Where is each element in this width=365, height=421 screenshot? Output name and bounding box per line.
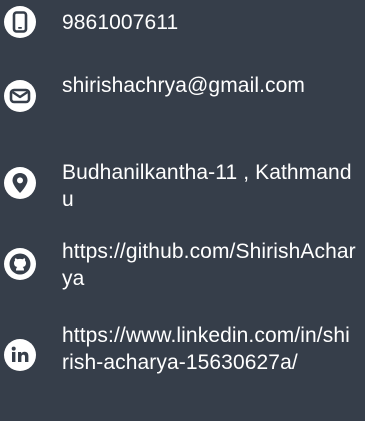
phone-number[interactable]: 9861007611 xyxy=(62,9,356,36)
location-pin-icon xyxy=(4,167,36,199)
email-address[interactable]: shirishachrya@gmail.com xyxy=(62,72,356,99)
address-text: Budhanilkantha-11 , Kathmandu xyxy=(62,161,352,211)
github-icon xyxy=(4,248,36,280)
mail-icon xyxy=(4,80,36,112)
contact-list: 9861007611 shirishachrya@gmail.com Budha… xyxy=(0,0,365,421)
linkedin-link[interactable]: https://www.linkedin.com/in/shirish-acha… xyxy=(62,322,356,376)
phone-icon xyxy=(4,6,36,38)
github-link[interactable]: https://github.com/ShirishAcharya xyxy=(62,238,356,292)
linkedin-icon xyxy=(4,339,36,371)
